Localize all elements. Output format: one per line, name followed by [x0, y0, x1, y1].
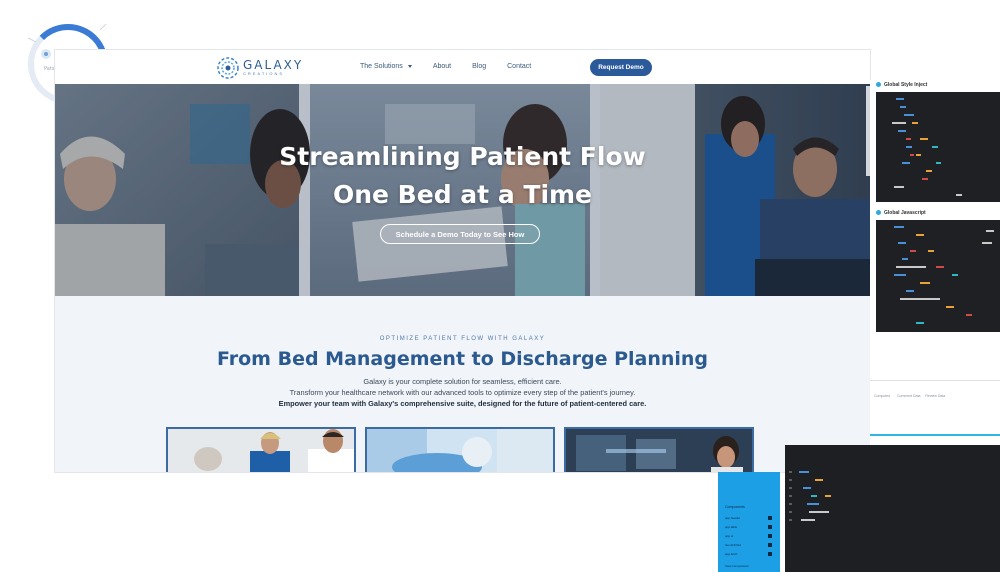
logo-subtitle: CREATIONS — [243, 71, 285, 76]
section-paragraph-3: Empower your team with Galaxy's comprehe… — [278, 399, 647, 408]
global-style-label: Global Style Inject — [884, 82, 928, 88]
component-row[interactable]: app.fetch — [725, 552, 737, 556]
nav-item-solutions[interactable]: The Solutions — [360, 63, 412, 70]
component-toggle-icon[interactable] — [768, 543, 772, 547]
nav-item-about[interactable]: About — [433, 63, 451, 70]
card-1-photo — [168, 429, 354, 472]
component-toggle-icon[interactable] — [768, 534, 772, 538]
content-section: OPTIMIZE PATIENT FLOW WITH GALAXY From B… — [55, 296, 870, 472]
component-toggle-icon[interactable] — [768, 552, 772, 556]
ring-label: Pats — [44, 66, 55, 72]
main-nav: The Solutions About Blog Contact — [360, 63, 552, 70]
nav-item-contact[interactable]: Contact — [507, 63, 531, 70]
website-window: GALAXY CREATIONS The Solutions About Blo… — [55, 50, 870, 472]
global-style-header[interactable]: Global Style Inject — [876, 82, 927, 88]
section-eyebrow: OPTIMIZE PATIENT FLOW WITH GALAXY — [379, 336, 546, 342]
editor-side-panel: Global Style Inject Global Javascript Co… — [870, 80, 1000, 460]
hero-banner: Streamlining Patient Flow One Bed at a T… — [55, 84, 870, 296]
component-row[interactable]: app.header — [725, 516, 740, 520]
style-code-lines — [892, 98, 962, 196]
ring-center-icon — [41, 49, 51, 59]
hero-title-line2: One Bed at a Time — [332, 180, 593, 209]
info-icon — [876, 210, 881, 216]
hero-title-line1: Streamlining Patient Flow — [279, 142, 646, 171]
javascript-code-editor[interactable] — [876, 220, 1000, 332]
component-toggle-icon[interactable] — [768, 516, 772, 520]
feature-card-1[interactable] — [166, 427, 356, 472]
section-paragraph-2: Transform your healthcare network with o… — [289, 388, 636, 397]
bottom-code-lines — [789, 471, 831, 521]
component-row[interactable]: ItemsNOGA — [725, 543, 741, 547]
view-components-link[interactable]: View components — [725, 564, 749, 568]
components-panel: Components app.header app.table app.ui I… — [718, 472, 780, 572]
card-3-photo — [566, 429, 752, 472]
component-row[interactable]: app.ui — [725, 534, 733, 538]
style-code-editor[interactable] — [876, 92, 1000, 202]
feature-card-2[interactable] — [365, 427, 555, 472]
global-javascript-label: Global Javascript — [884, 210, 926, 216]
panel-divider — [870, 380, 1000, 381]
components-title: Components — [725, 505, 745, 509]
panel-active-indicator — [870, 434, 1000, 436]
brand-logo[interactable]: GALAXY CREATIONS — [216, 56, 303, 80]
request-demo-button[interactable]: Request Demo — [590, 59, 652, 76]
tab-review-data[interactable]: Review Data — [925, 394, 945, 398]
card-2-photo — [367, 429, 553, 472]
global-javascript-header[interactable]: Global Javascript — [876, 210, 926, 216]
chevron-down-icon — [407, 64, 412, 68]
feature-card-3[interactable] — [564, 427, 754, 472]
screenshot-stage: Pats GALAXY CREATIONS The Solutions Abou… — [0, 0, 1000, 572]
info-icon — [876, 82, 881, 88]
panel-tabs: Computed Comment Data Review Data — [874, 394, 945, 398]
bottom-code-editor[interactable] — [785, 445, 1000, 572]
site-header: GALAXY CREATIONS The Solutions About Blo… — [55, 50, 870, 84]
galaxy-logo-icon — [217, 57, 239, 79]
component-row[interactable]: app.table — [725, 525, 737, 529]
logo-name: GALAXY — [243, 58, 304, 72]
section-paragraph-1: Galaxy is your complete solution for sea… — [363, 377, 562, 386]
tab-comment-data[interactable]: Comment Data — [897, 394, 921, 398]
nav-item-blog[interactable]: Blog — [472, 63, 486, 70]
component-toggle-icon[interactable] — [768, 525, 772, 529]
schedule-demo-button[interactable]: Schedule a Demo Today to See How — [380, 224, 540, 244]
section-title: From Bed Management to Discharge Plannin… — [216, 348, 709, 370]
javascript-code-lines — [894, 226, 994, 324]
nav-solutions-label: The Solutions — [360, 63, 403, 70]
tab-computed[interactable]: Computed — [874, 394, 890, 398]
